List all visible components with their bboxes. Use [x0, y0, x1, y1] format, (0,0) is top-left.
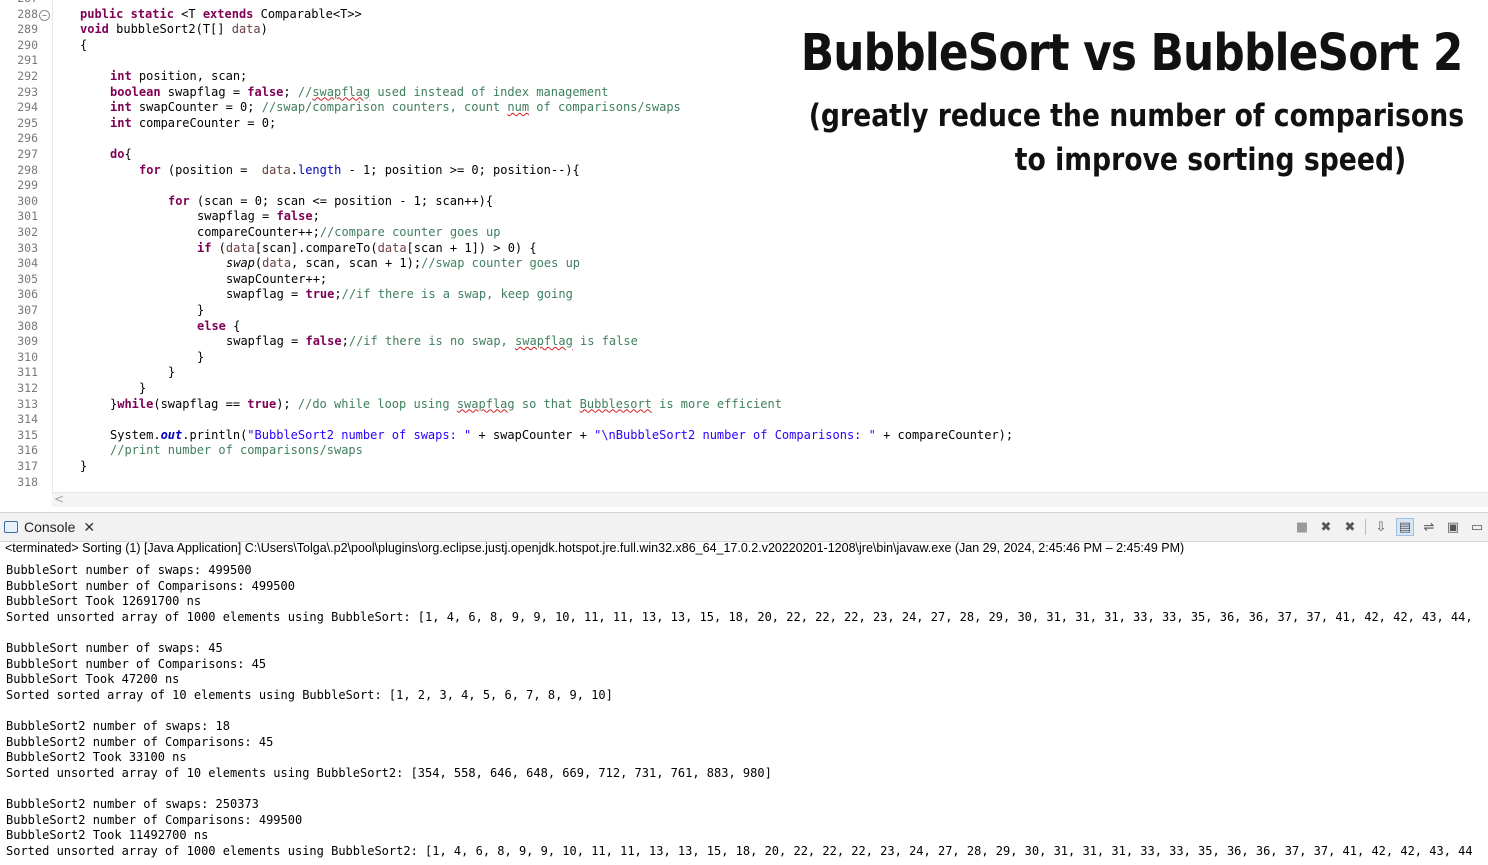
code-line-303[interactable]: if (data[scan].compareTo(data[scan + 1])…: [197, 241, 537, 257]
line-number: 308: [17, 318, 38, 333]
code-line-315[interactable]: System.out.println("BubbleSort2 number o…: [110, 428, 1013, 444]
code-line-302[interactable]: compareCounter++;//compare counter goes …: [197, 225, 500, 241]
line-number: 311: [17, 365, 38, 380]
line-number: 300: [17, 193, 38, 208]
editor-horizontal-scrollbar[interactable]: <: [52, 492, 1488, 507]
console-output-line: BubbleSort Took 12691700 ns: [6, 594, 202, 609]
code-line-304[interactable]: swap(data, scan, scan + 1);//swap counte…: [226, 256, 580, 272]
line-number: 301: [17, 209, 38, 224]
console-output-line: BubbleSort number of Comparisons: 499500: [6, 578, 295, 593]
line-number: 318: [17, 474, 38, 489]
word-wrap-icon[interactable]: ⇌: [1420, 518, 1438, 536]
code-line-307[interactable]: }: [197, 303, 204, 319]
line-number: 297: [17, 147, 38, 161]
console-output-line: BubbleSort2 number of Comparisons: 45: [6, 734, 274, 749]
console-output-line: BubbleSort2 Took 33100 ns: [6, 750, 187, 765]
line-number: 304: [17, 256, 38, 271]
tab-console[interactable]: Console ✕: [4, 513, 95, 541]
line-number: 290: [17, 37, 38, 52]
collapse-icon[interactable]: −: [39, 9, 50, 21]
line-number: 291: [17, 53, 38, 68]
line-number: 310: [17, 349, 38, 364]
code-line-301[interactable]: swapflag = false;: [197, 209, 320, 225]
code-line-290[interactable]: {: [80, 38, 87, 54]
line-number: 315: [17, 427, 38, 442]
remove-all-terminated-icon[interactable]: ✖: [1341, 518, 1359, 536]
code-line-293[interactable]: boolean swapflag = false; //swapflag use…: [110, 85, 609, 101]
code-line-300[interactable]: for (scan = 0; scan <= position - 1; sca…: [168, 194, 493, 210]
console-output-line: BubbleSort number of swaps: 499500: [6, 563, 252, 577]
console-icon: [4, 521, 18, 533]
console-output-line: Sorted sorted array of 10 elements using…: [6, 687, 613, 702]
line-number: 296: [17, 131, 38, 146]
line-number: 316: [17, 443, 38, 458]
scroll-lock-icon[interactable]: ⇩: [1372, 518, 1390, 536]
line-number: 303: [17, 240, 38, 255]
code-line-289[interactable]: void bubbleSort2(T[] data): [80, 22, 268, 38]
line-number: 299: [17, 178, 38, 193]
line-number: 302: [17, 225, 38, 239]
pin-console-icon[interactable]: ▤: [1396, 518, 1414, 536]
code-line-288[interactable]: public static <T extends Comparable<T>>: [80, 7, 362, 23]
line-number: 314: [17, 412, 38, 427]
line-number-gutter: 2872882892902912922932942952962972982993…: [0, 0, 53, 492]
code-line-312[interactable]: }: [139, 381, 146, 397]
code-line-295[interactable]: int compareCounter = 0;: [110, 116, 276, 132]
line-number: 294: [17, 100, 38, 115]
console-status-line: <terminated> Sorting (1) [Java Applicati…: [5, 541, 1185, 555]
code-line-311[interactable]: }: [168, 365, 175, 381]
terminate-icon[interactable]: ■: [1293, 518, 1311, 536]
console-output-line: BubbleSort Took 47200 ns: [6, 672, 180, 687]
line-number: 288: [17, 6, 38, 21]
line-number: 306: [17, 287, 38, 302]
code-line-316[interactable]: //print number of comparisons/swaps: [110, 443, 363, 459]
code-line-306[interactable]: swapflag = true;//if there is a swap, ke…: [226, 287, 573, 303]
console-toolbar: ■ ✖ ✖ ⇩ ▤ ⇌ ▣ ▭: [1293, 517, 1486, 537]
code-line-294[interactable]: int swapCounter = 0; //swap/comparison c…: [110, 100, 681, 116]
console-view-header: Console ✕ ■ ✖ ✖ ⇩ ▤ ⇌ ▣ ▭: [0, 512, 1488, 542]
line-number: 305: [17, 271, 38, 286]
console-output-line: BubbleSort2 Took 11492700 ns: [6, 828, 209, 843]
overlay-subtitle-line2: to improve sorting speed): [1014, 142, 1406, 178]
console-output-line: BubbleSort number of Comparisons: 45: [6, 656, 267, 671]
code-line-308[interactable]: else {: [197, 319, 240, 335]
console-output-line: BubbleSort number of swaps: 45: [6, 641, 223, 655]
code-editor[interactable]: 2872882892902912922932942952962972982993…: [0, 0, 1488, 492]
code-line-292[interactable]: int position, scan;: [110, 69, 247, 85]
line-number: 289: [17, 22, 38, 37]
code-line-309[interactable]: swapflag = false;//if there is no swap, …: [226, 334, 638, 350]
line-number: 298: [17, 162, 38, 177]
console-output-line: BubbleSort2 number of Comparisons: 49950…: [6, 812, 303, 827]
line-number: 317: [17, 459, 38, 473]
code-line-305[interactable]: swapCounter++;: [226, 272, 327, 288]
console-output-line: BubbleSort2 number of swaps: 18: [6, 719, 230, 733]
console-output-line: BubbleSort2 number of swaps: 250373: [6, 797, 259, 811]
overlay-title: BubbleSort vs BubbleSort 2: [800, 24, 1463, 83]
console-output-line: Sorted unsorted array of 1000 elements u…: [6, 843, 1473, 858]
line-number: 292: [17, 69, 38, 83]
console-output-line: Sorted unsorted array of 1000 elements u…: [6, 609, 1473, 624]
console-output[interactable]: BubbleSort number of swaps: 499500 Bubble…: [6, 563, 1488, 865]
scroll-left-icon[interactable]: <: [54, 492, 64, 506]
remove-launch-icon[interactable]: ✖: [1317, 518, 1335, 536]
line-number: 287: [0, 0, 38, 7]
code-line-313[interactable]: }while(swapflag == true); //do while loo…: [110, 397, 782, 413]
line-number: 312: [17, 381, 38, 395]
console-output-line: Sorted unsorted array of 10 elements usi…: [6, 765, 772, 780]
line-number: 313: [17, 396, 38, 411]
overlay-subtitle-line1: (greatly reduce the number of comparison…: [808, 98, 1464, 134]
code-line-297[interactable]: do{: [110, 147, 132, 163]
line-number: 293: [17, 84, 38, 99]
code-line-298[interactable]: for (position = data.length - 1; positio…: [139, 163, 580, 179]
line-number: 309: [17, 334, 38, 349]
line-number: 295: [17, 115, 38, 130]
code-line-317[interactable]: }: [80, 459, 87, 475]
console-tab-label: Console: [24, 519, 76, 535]
open-console-icon[interactable]: ▣: [1444, 518, 1462, 536]
line-number: 307: [17, 303, 38, 317]
close-icon[interactable]: ✕: [83, 519, 95, 536]
display-selected-console-icon[interactable]: ▭: [1468, 518, 1486, 536]
code-line-310[interactable]: }: [197, 350, 204, 366]
toolbar-separator: [1365, 519, 1366, 535]
